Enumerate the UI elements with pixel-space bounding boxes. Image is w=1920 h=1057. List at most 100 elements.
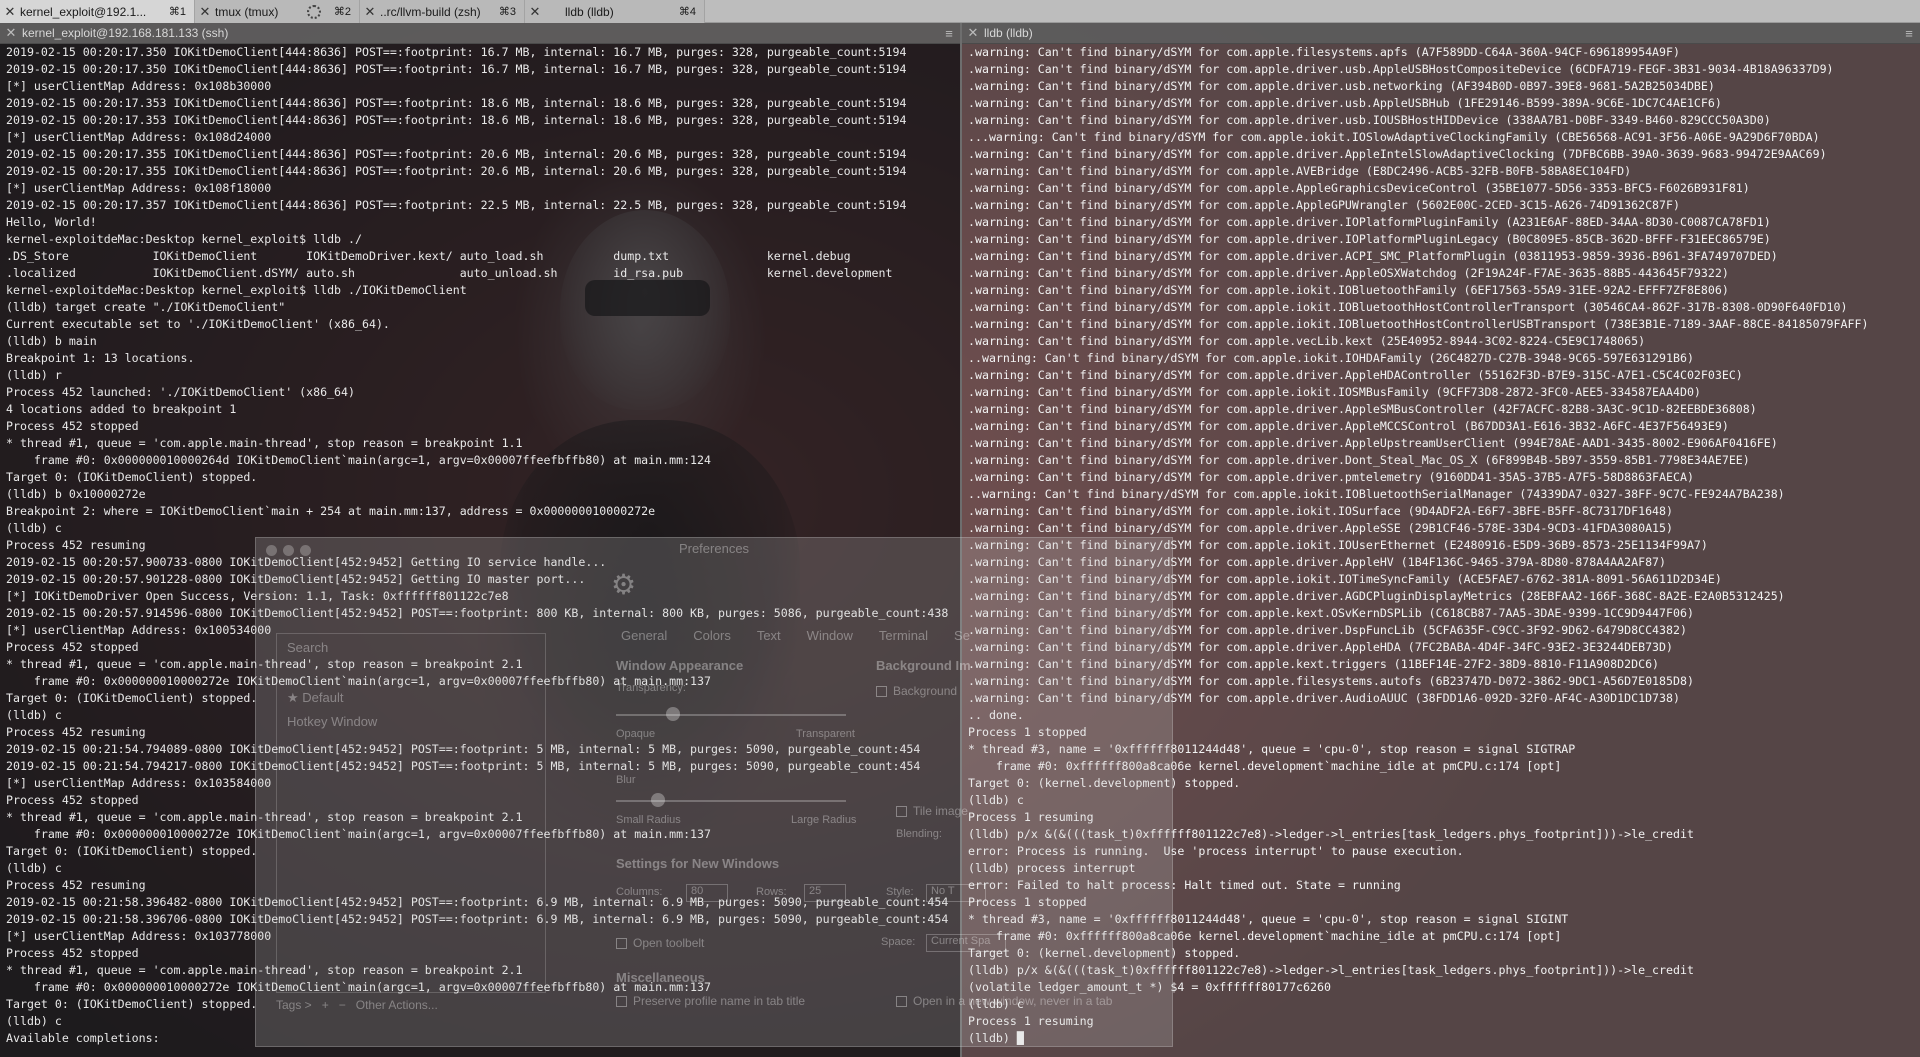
terminal-line: 2019-02-15 00:20:17.357 IOKitDemoClient[…: [6, 198, 907, 212]
tab-3[interactable]: ✕ ..rc/llvm-build (zsh) ⌘3: [360, 0, 525, 23]
tab-label: lldb (lldb): [565, 4, 614, 19]
transparent-label: Transparent: [796, 728, 855, 740]
space-select[interactable]: Current Spa: [926, 934, 1006, 952]
miscellaneous-heading: Miscellaneous: [616, 970, 705, 985]
tab-label: ..rc/llvm-build (zsh): [380, 4, 481, 19]
left-pane-header: ✕ kernel_exploit@192.168.181.133 (ssh) ≡: [0, 23, 960, 44]
preserve-name-checkbox[interactable]: Preserve profile name in tab title: [616, 994, 805, 1008]
transparency-knob[interactable]: [666, 707, 680, 721]
terminal-line: .warning: Can't find binary/dSYM for com…: [968, 504, 1673, 518]
terminal-line: 2019-02-15 00:20:17.350 IOKitDemoClient[…: [6, 62, 907, 76]
background-checkbox[interactable]: Background: [876, 684, 957, 698]
left-pane-title: kernel_exploit@192.168.181.133 (ssh): [22, 26, 229, 40]
terminal-line: .warning: Can't find binary/dSYM for com…: [968, 334, 1646, 348]
tab-general[interactable]: General: [621, 628, 667, 643]
add-profile-button[interactable]: +: [322, 998, 329, 1012]
terminal-line: kernel-exploitdeMac:Desktop kernel_explo…: [6, 283, 467, 297]
profile-hotkey-window[interactable]: Hotkey Window: [287, 714, 377, 729]
rows-input[interactable]: 25: [804, 884, 846, 902]
space-label: Space:: [881, 936, 916, 948]
preferences-tabs: General Colors Text Window Terminal Se: [621, 628, 970, 643]
terminal-line: .warning: Can't find binary/dSYM for com…: [968, 62, 1834, 76]
terminal-line: .warning: Can't find binary/dSYM for com…: [968, 45, 1680, 59]
preferences-title: Preferences: [678, 541, 750, 556]
blending-label: Blending:: [896, 828, 942, 840]
columns-input[interactable]: 80: [686, 884, 728, 902]
right-pane-header: ✕ lldb (lldb) ≡: [962, 23, 1920, 44]
terminal-line: ..warning: Can't find binary/dSYM for co…: [968, 487, 1785, 501]
transparency-label: Transparency:: [616, 682, 686, 694]
tab-shortcut: ⌘3: [498, 6, 516, 18]
style-select[interactable]: No T: [926, 884, 986, 902]
terminal-line: 2019-02-15 00:20:17.350 IOKitDemoClient[…: [6, 45, 907, 59]
tab-terminal[interactable]: Terminal: [879, 628, 928, 643]
terminal-line: kernel-exploitdeMac:Desktop kernel_explo…: [6, 232, 362, 246]
terminal-line: .warning: Can't find binary/dSYM for com…: [968, 249, 1778, 263]
terminal-line: [*] userClientMap Address: 0x108b30000: [6, 79, 272, 93]
small-radius-label: Small Radius: [616, 814, 681, 826]
close-icon[interactable]: ✕: [962, 25, 984, 41]
other-actions-button[interactable]: Other Actions...: [356, 998, 438, 1012]
menu-icon[interactable]: ≡: [938, 26, 960, 41]
terminal-line: .warning: Can't find binary/dSYM for com…: [968, 402, 1757, 416]
rows-label: Rows:: [756, 886, 787, 898]
terminal-line: [*] userClientMap Address: 0x108f18000: [6, 181, 272, 195]
terminal-line: (lldb) b 0x10000272e: [6, 487, 146, 501]
activity-spinner-icon: [307, 4, 321, 19]
terminal-line: .warning: Can't find binary/dSYM for com…: [968, 317, 1869, 331]
terminal-line: .warning: Can't find binary/dSYM for com…: [968, 79, 1715, 93]
terminal-line: .warning: Can't find binary/dSYM for com…: [968, 181, 1750, 195]
terminal-line: .warning: Can't find binary/dSYM for com…: [968, 521, 1673, 535]
close-icon[interactable]: ✕: [525, 4, 545, 20]
profile-search[interactable]: Search: [287, 640, 328, 655]
tab-colors[interactable]: Colors: [693, 628, 731, 643]
tab-window[interactable]: Window: [807, 628, 853, 643]
open-toolbelt-label: Open toolbelt: [633, 936, 705, 950]
tab-1[interactable]: ✕ kernel_exploit@192.1... ⌘1: [0, 0, 195, 23]
remove-profile-button[interactable]: −: [339, 998, 346, 1012]
terminal-line: .warning: Can't find binary/dSYM for com…: [968, 198, 1680, 212]
terminal-line: 2019-02-15 00:20:17.353 IOKitDemoClient[…: [6, 96, 907, 110]
tab-session[interactable]: Se: [954, 628, 970, 643]
terminal-line: Hello, World!: [6, 215, 97, 229]
tab-shortcut: ⌘1: [168, 6, 186, 18]
terminal-line: Process 452 stopped: [6, 419, 139, 433]
tab-4[interactable]: ✕ lldb (lldb) ⌘4: [525, 0, 705, 23]
close-icon[interactable]: ✕: [360, 4, 380, 20]
terminal-line: .warning: Can't find binary/dSYM for com…: [968, 419, 1729, 433]
terminal-line: .DS_Store IOKitDemoClient IOKitDemoDrive…: [6, 249, 851, 263]
tab-text[interactable]: Text: [757, 628, 781, 643]
tab-2[interactable]: ✕ tmux (tmux) ⌘2: [195, 0, 360, 23]
open-new-window-checkbox[interactable]: Open in a new window, never in a tab: [896, 994, 1112, 1008]
gear-icon: ⚙: [611, 569, 637, 600]
right-pane-title: lldb (lldb): [984, 26, 1033, 40]
opaque-label: Opaque: [616, 728, 656, 740]
terminal-line: .warning: Can't find binary/dSYM for com…: [968, 266, 1729, 280]
terminal-line: (lldb) c: [6, 521, 62, 535]
columns-label: Columns:: [616, 886, 663, 898]
tile-image-label: Tile image: [913, 804, 968, 818]
terminal-line: .warning: Can't find binary/dSYM for com…: [968, 470, 1694, 484]
style-label: Style:: [886, 886, 914, 898]
open-toolbelt-checkbox[interactable]: Open toolbelt: [616, 936, 704, 950]
blur-knob[interactable]: [651, 793, 665, 807]
menu-icon[interactable]: ≡: [1898, 26, 1920, 41]
terminal-line: .warning: Can't find binary/dSYM for com…: [968, 283, 1729, 297]
close-icon[interactable]: ✕: [195, 4, 215, 20]
terminal-line: * thread #1, queue = 'com.apple.main-thr…: [6, 436, 523, 450]
terminal-line: 2019-02-15 00:20:17.355 IOKitDemoClient[…: [6, 164, 907, 178]
profile-default[interactable]: ★ Default: [287, 690, 343, 706]
terminal-line: .warning: Can't find binary/dSYM for com…: [968, 147, 1827, 161]
tile-image-checkbox[interactable]: Tile image: [896, 804, 968, 818]
tags-button[interactable]: Tags >: [276, 998, 312, 1012]
transparency-slider[interactable]: [616, 714, 846, 716]
terminal-line: Current executable set to './IOKitDemoCl…: [6, 317, 390, 331]
blur-label: Blur: [616, 774, 636, 786]
tab-label: kernel_exploit@192.1...: [20, 4, 147, 19]
close-icon[interactable]: ✕: [0, 4, 20, 20]
terminal-line: (lldb) r: [6, 368, 62, 382]
terminal-line: .warning: Can't find binary/dSYM for com…: [968, 385, 1701, 399]
terminal-line: .warning: Can't find binary/dSYM for com…: [968, 164, 1632, 178]
terminal-line: .localized IOKitDemoClient.dSYM/ auto.sh…: [6, 266, 893, 280]
close-icon[interactable]: ✕: [0, 25, 22, 41]
